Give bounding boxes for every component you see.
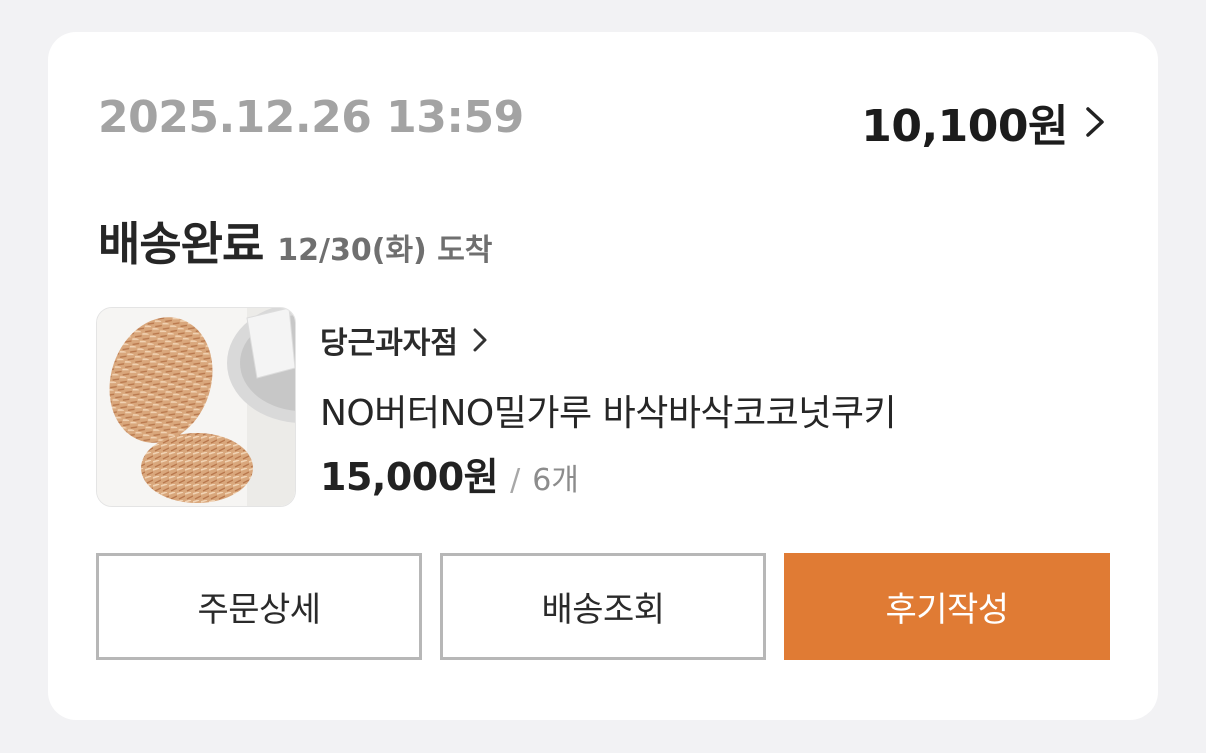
order-datetime: 2025.12.26 13:59 xyxy=(98,92,524,143)
delivery-status-row: 배송완료 12/30(화) 도착 xyxy=(98,208,492,274)
shop-name: 당근과자점 xyxy=(320,326,458,361)
order-total-link[interactable]: 10,100원 xyxy=(861,90,1108,154)
price-row: 15,000원 / 6개 xyxy=(320,446,579,501)
delivery-status: 배송완료 xyxy=(98,217,264,271)
chevron-right-icon xyxy=(1086,107,1104,137)
chevron-right-icon xyxy=(473,328,487,352)
price-separator: / xyxy=(510,463,521,498)
action-buttons: 주문상세 배송조회 후기작성 xyxy=(96,553,1110,660)
cookie-photo-icon xyxy=(97,308,295,506)
write-review-button[interactable]: 후기작성 xyxy=(784,553,1110,660)
arrival-date: 12/30(화) 도착 xyxy=(277,233,493,268)
order-card: 2025.12.26 13:59 10,100원 배송완료 12/30(화) 도… xyxy=(48,32,1158,720)
product-price: 15,000원 xyxy=(320,455,499,499)
product-name[interactable]: NO버터NO밀가루 바삭바삭코코넛쿠키 xyxy=(320,384,897,436)
order-total: 10,100원 xyxy=(861,101,1068,152)
product-thumbnail[interactable] xyxy=(96,307,296,507)
product-quantity: 6개 xyxy=(532,463,579,498)
order-detail-button[interactable]: 주문상세 xyxy=(96,553,422,660)
track-delivery-button[interactable]: 배송조회 xyxy=(440,553,766,660)
shop-link[interactable]: 당근과자점 xyxy=(320,318,490,362)
